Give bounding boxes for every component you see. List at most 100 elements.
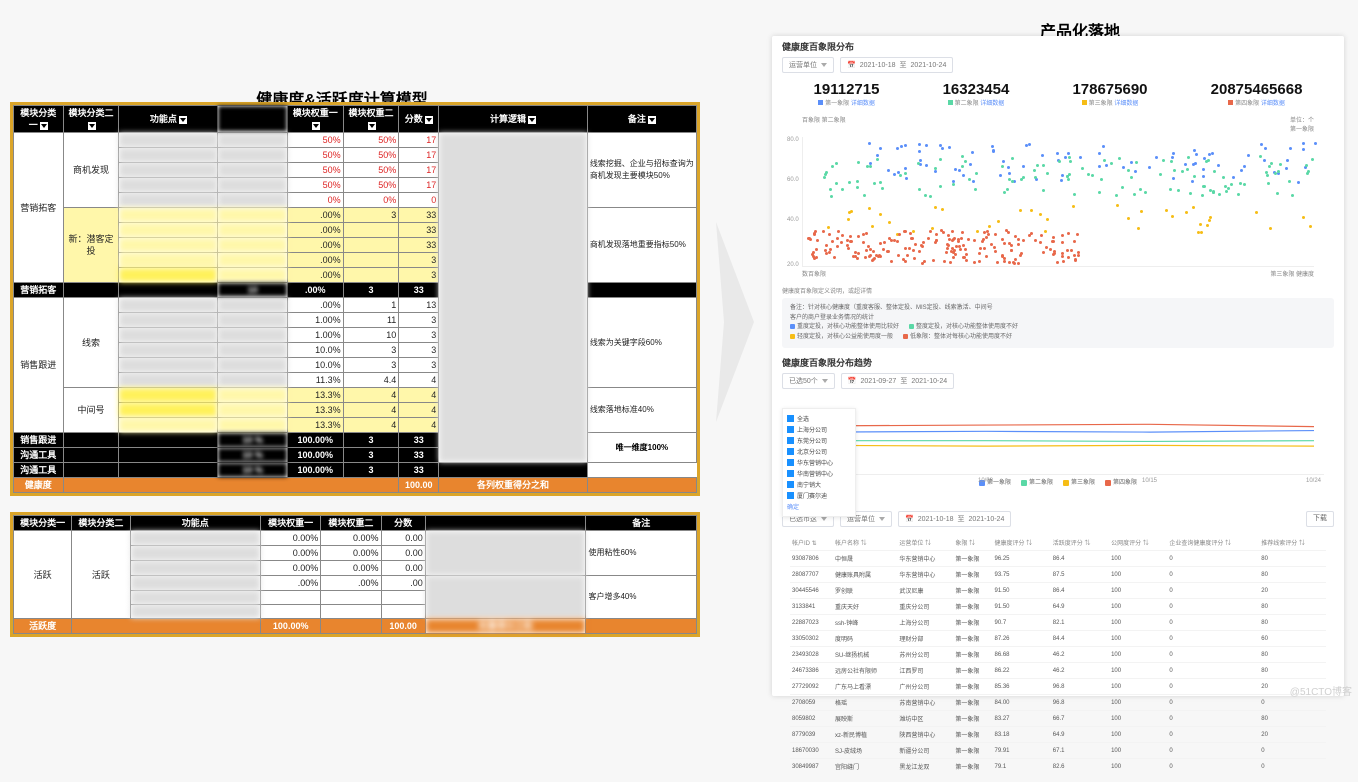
id-link[interactable]: 24673386 <box>790 663 833 679</box>
blur-cell: 1 <box>130 531 261 546</box>
table-row: 2708059格瑶苏南营销中心第一象限84.0096.810000 <box>790 695 1326 711</box>
checklist-item[interactable]: 南宁销大 <box>787 479 851 490</box>
checklist-item[interactable]: 东莞分公司 <box>787 435 851 446</box>
lk[interactable]: 详细数据 <box>980 101 1004 107</box>
hdr-logic[interactable]: 计算逻辑 <box>490 114 526 124</box>
h[interactable]: 功能点 <box>130 516 261 531</box>
h[interactable]: 分数 <box>381 516 425 531</box>
lk[interactable]: 详细数据 <box>851 101 875 107</box>
id-link[interactable]: 23493028 <box>790 647 833 663</box>
dropdown-icon[interactable] <box>312 122 320 130</box>
id-link[interactable]: 18670030 <box>790 743 833 759</box>
col-header[interactable]: 活跃度评分 ⇅ <box>1051 535 1109 551</box>
col-header[interactable]: 帐户ID ⇅ <box>790 535 833 551</box>
hdr-w1[interactable]: 模块权重一 <box>293 108 338 118</box>
col-header[interactable]: 企业查询健康度评分 ⇅ <box>1167 535 1259 551</box>
table-row: 8779039xz-新民博植陕西营销中心第一象限83.1864.9100020 <box>790 727 1326 743</box>
id-link[interactable]: 8779039 <box>790 727 833 743</box>
id-link[interactable]: 30849987 <box>790 759 833 775</box>
filter-org[interactable]: 运营单位 <box>782 57 834 73</box>
id-link[interactable]: 2708059 <box>790 695 833 711</box>
id-link[interactable]: 93087806 <box>790 551 833 567</box>
id-link[interactable]: 22887023 <box>790 615 833 631</box>
checklist-item[interactable]: 全选 <box>787 413 851 424</box>
checklist-item[interactable]: 北京分公司 <box>787 446 851 457</box>
sec1-title: 健康度百象限分布 <box>782 40 1334 53</box>
cell: 86.4 <box>1051 551 1109 567</box>
dropdown-icon[interactable] <box>88 122 96 130</box>
checklist-item[interactable]: 华东营销中心 <box>787 457 851 468</box>
id-link[interactable]: 27729092 <box>790 679 833 695</box>
h[interactable]: 模块分类一 <box>14 516 72 531</box>
cell: 第一象限 <box>953 759 992 775</box>
hdr-w2[interactable]: 模块权重二 <box>348 108 393 118</box>
hdr-score[interactable]: 分数 <box>405 114 423 124</box>
cell: 64.9 <box>1051 727 1109 743</box>
hdr-cat2[interactable]: 模块分类二 <box>68 108 113 118</box>
checkbox-icon[interactable] <box>787 470 794 477</box>
dropdown-icon[interactable] <box>425 116 433 124</box>
d: 2021-09-27 <box>861 378 897 385</box>
col-header[interactable]: 帐户名称 ⇅ <box>833 535 897 551</box>
exp-b4: 低象限：整体对每核心功能使用度不好 <box>903 333 1012 343</box>
filter-multi[interactable]: 已选50个 <box>782 373 835 389</box>
dropdown-icon[interactable] <box>179 116 187 124</box>
col-header[interactable]: 象限 ⇅ <box>953 535 992 551</box>
h[interactable]: 模块分类二 <box>72 516 130 531</box>
cell-sales: 销售跟进 <box>14 298 64 433</box>
checkbox-icon[interactable] <box>787 448 794 455</box>
col-header[interactable]: 推荐线索评分 ⇅ <box>1259 535 1326 551</box>
lk[interactable]: 详细数据 <box>1114 101 1138 107</box>
f3-date[interactable]: 📅 2021-10-18 至 2021-10-24 <box>898 511 1011 527</box>
cell: 83.18 <box>993 727 1051 743</box>
id-link[interactable]: 28087707 <box>790 567 833 583</box>
hdr-cat1[interactable]: 模块分类一 <box>20 108 56 130</box>
h[interactable]: 模块权重一 <box>261 516 321 531</box>
confirm-link[interactable]: 确定 <box>787 501 851 512</box>
sheet1-header-row: 模块分类一 模块分类二 功能点 模块权重一 模块权重二 分数 计算逻辑 备注 <box>14 106 697 133</box>
blur-cell: 近 <box>119 343 218 358</box>
blur-cell <box>119 178 218 193</box>
dropdown-icon[interactable] <box>528 116 536 124</box>
cell: 0 <box>1167 727 1259 743</box>
col-header[interactable]: 健康度评分 ⇅ <box>993 535 1051 551</box>
cell: 46.2 <box>1051 663 1109 679</box>
id-link[interactable]: 8059802 <box>790 711 833 727</box>
cell: 80 <box>1259 567 1326 583</box>
dropdown-icon[interactable] <box>648 116 656 124</box>
id-link[interactable]: 30445546 <box>790 583 833 599</box>
dropdown-icon[interactable] <box>368 122 376 130</box>
checklist-item[interactable]: 厦门赛尔迪 <box>787 490 851 501</box>
checklist-item[interactable]: 上海分公司 <box>787 424 851 435</box>
hdr-note[interactable]: 备注 <box>628 114 646 124</box>
checklist-item[interactable]: 华南营销中心 <box>787 468 851 479</box>
id-link[interactable]: 3133841 <box>790 599 833 615</box>
checkbox-icon[interactable] <box>787 459 794 466</box>
checkbox-icon[interactable] <box>787 492 794 499</box>
blur-cell: 「 …得分 <box>425 531 586 576</box>
cell: 100 <box>1109 695 1167 711</box>
h[interactable] <box>425 516 586 531</box>
cell: 100 <box>1109 583 1167 599</box>
cell: 黑龙江龙双 <box>897 759 953 775</box>
foot-label: 健康度 <box>14 478 64 493</box>
cell: 第一象限 <box>953 615 992 631</box>
hdr-func[interactable]: 功能点 <box>150 114 177 124</box>
filter-date[interactable]: 📅 2021-10-18 至 2021-10-24 <box>840 57 953 73</box>
h[interactable]: 备注 <box>586 516 697 531</box>
org-checklist-popup[interactable]: 全选上海分公司东莞分公司北京分公司华东营销中心华南营销中心南宁销大厦门赛尔迪确定 <box>782 408 856 517</box>
dropdown-icon[interactable] <box>40 122 48 130</box>
filter-date2[interactable]: 📅 2021-09-27 至 2021-10-24 <box>841 373 954 389</box>
id-link[interactable]: 33050302 <box>790 631 833 647</box>
checkbox-icon[interactable] <box>787 415 794 422</box>
cell-cat1-rep: 营销拓客 <box>14 283 64 298</box>
download-button[interactable]: 下载 <box>1306 511 1334 527</box>
blur-cell <box>218 328 287 343</box>
h[interactable]: 模块权重二 <box>321 516 381 531</box>
col-header[interactable]: 运营单位 ⇅ <box>897 535 953 551</box>
checkbox-icon[interactable] <box>787 437 794 444</box>
col-header[interactable]: 公网度评分 ⇅ <box>1109 535 1167 551</box>
checkbox-icon[interactable] <box>787 481 794 488</box>
lk[interactable]: 详细数据 <box>1261 101 1285 107</box>
checkbox-icon[interactable] <box>787 426 794 433</box>
